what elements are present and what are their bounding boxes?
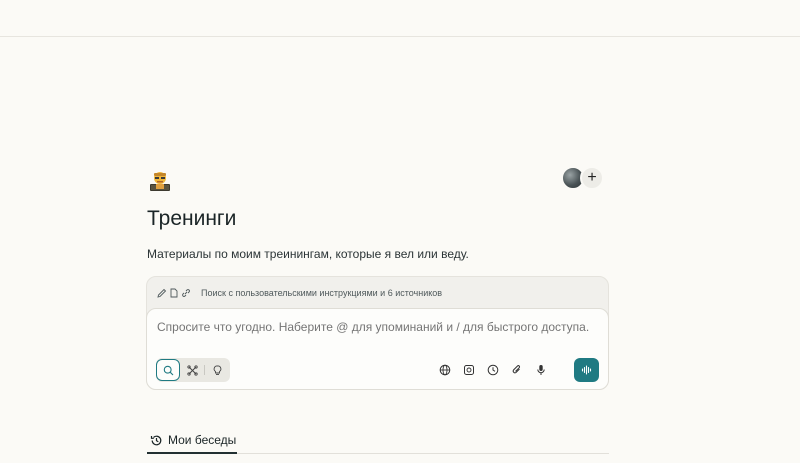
document-icon <box>170 288 178 298</box>
globe-icon <box>439 364 451 376</box>
image-icon <box>464 365 474 375</box>
composer: Поиск с пользовательскими инструкциями и… <box>146 276 609 390</box>
members-group[interactable]: + <box>562 166 604 191</box>
search-icon <box>163 365 173 375</box>
clock-icon <box>487 364 499 376</box>
mode-labs-button[interactable] <box>205 359 229 381</box>
space-description: Материалы по моим треинингам, которые я … <box>147 247 469 261</box>
mode-research-button[interactable] <box>180 359 204 381</box>
microphone-icon <box>537 365 545 375</box>
source-icons <box>157 288 191 298</box>
add-member-button[interactable]: + <box>580 166 604 190</box>
history-icon <box>150 435 162 445</box>
sources-button[interactable] <box>438 363 452 377</box>
instructions-hint-text: Поиск с пользовательскими инструкциями и… <box>201 288 443 298</box>
lightbulb-icon <box>213 365 221 375</box>
mode-search-button[interactable] <box>156 359 180 381</box>
top-bar <box>0 0 800 37</box>
dictation-button[interactable] <box>534 363 548 377</box>
instructions-hint[interactable]: Поиск с пользовательскими инструкциями и… <box>157 286 442 300</box>
research-icon <box>186 364 198 376</box>
audio-wave-icon <box>581 365 591 375</box>
model-button[interactable] <box>462 363 476 377</box>
voice-mode-button[interactable] <box>574 358 599 382</box>
composer-tools <box>438 363 548 377</box>
history-button[interactable] <box>486 363 500 377</box>
space-emoji-icon[interactable] <box>149 170 171 192</box>
attach-button[interactable] <box>510 363 524 377</box>
link-icon <box>182 289 190 297</box>
query-input-box[interactable] <box>146 308 609 390</box>
query-input[interactable] <box>157 320 597 334</box>
threads-tabs: Мои беседы <box>147 428 609 454</box>
page-title: Тренинги <box>147 207 237 230</box>
tab-my-threads[interactable]: Мои беседы <box>147 428 237 454</box>
edit-icon <box>157 288 167 298</box>
paperclip-icon <box>512 365 521 374</box>
mode-selector[interactable] <box>156 358 230 382</box>
tab-my-threads-label: Мои беседы <box>168 433 237 447</box>
